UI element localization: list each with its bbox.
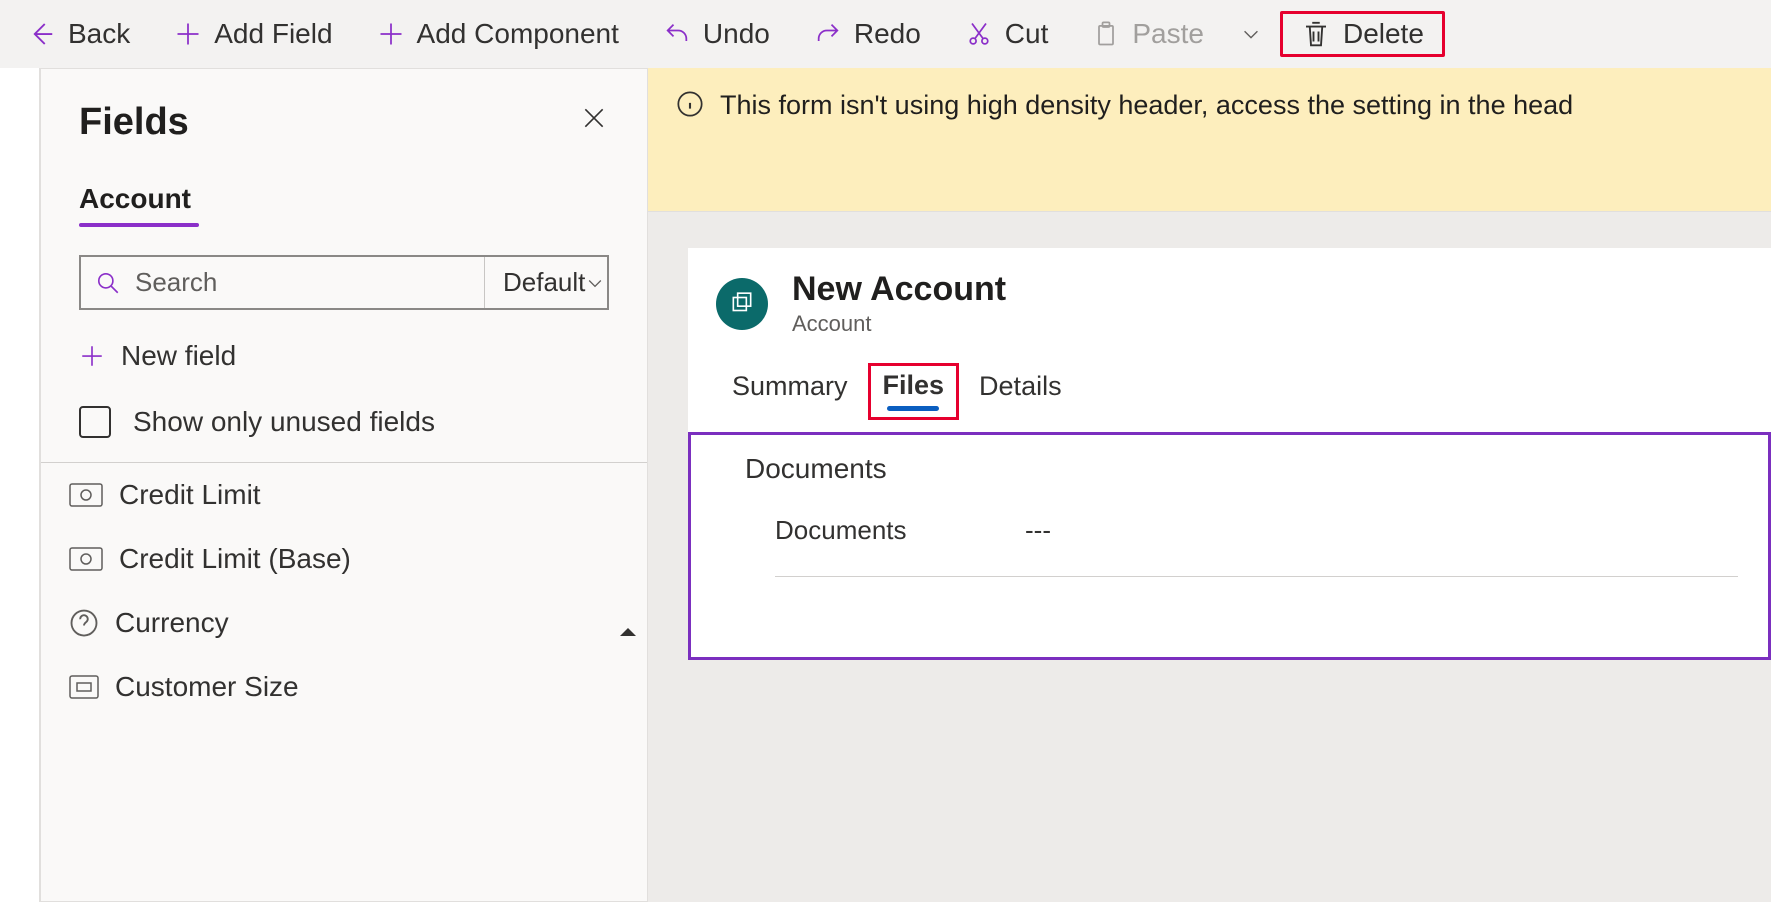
entity-avatar xyxy=(716,278,768,330)
info-icon xyxy=(676,90,704,118)
paste-button[interactable]: Paste xyxy=(1074,10,1222,58)
new-field-button[interactable]: New field xyxy=(79,340,609,372)
cut-button[interactable]: Cut xyxy=(947,10,1067,58)
paste-dropdown[interactable] xyxy=(1230,15,1272,53)
search-bar: Default xyxy=(79,255,609,310)
form-canvas: This form isn't using high density heade… xyxy=(648,68,1771,902)
redo-button[interactable]: Redo xyxy=(796,10,939,58)
field-label: Currency xyxy=(115,607,229,639)
divider xyxy=(775,576,1738,577)
fields-panel-title: Fields xyxy=(79,101,189,144)
undo-label: Undo xyxy=(703,18,770,50)
chevron-down-icon xyxy=(585,273,605,293)
tab-label: Summary xyxy=(732,371,848,401)
redo-label: Redo xyxy=(854,18,921,50)
show-unused-checkbox[interactable]: Show only unused fields xyxy=(79,406,609,438)
search-icon xyxy=(95,270,121,296)
back-label: Back xyxy=(68,18,130,50)
tab-active-indicator xyxy=(887,406,939,411)
help-icon xyxy=(69,608,99,638)
form-tabs: Summary Files Details xyxy=(688,347,1771,420)
paste-icon xyxy=(1092,20,1120,48)
add-field-label: Add Field xyxy=(214,18,332,50)
filter-selected: Default xyxy=(503,267,585,298)
close-panel-button[interactable] xyxy=(575,99,613,145)
field-item[interactable]: Credit Limit (Base) xyxy=(41,527,647,591)
field-label: Credit Limit (Base) xyxy=(119,543,351,575)
fields-list: Credit Limit Credit Limit (Base) Currenc… xyxy=(41,462,647,901)
undo-icon xyxy=(663,20,691,48)
cut-icon xyxy=(965,20,993,48)
delete-label: Delete xyxy=(1343,18,1424,50)
fields-panel-tab[interactable]: Account xyxy=(79,183,609,227)
tab-files[interactable]: Files xyxy=(868,363,960,420)
filter-dropdown[interactable]: Default xyxy=(485,257,623,308)
redo-icon xyxy=(814,20,842,48)
toolbar: Back Add Field Add Component Undo Redo xyxy=(0,0,1771,68)
checkbox-icon xyxy=(79,406,111,438)
field-item[interactable]: Credit Limit xyxy=(41,463,647,527)
tab-summary[interactable]: Summary xyxy=(716,363,864,416)
fields-panel: Fields Account Defa xyxy=(40,68,648,902)
document-row[interactable]: Documents --- xyxy=(745,503,1738,558)
tab-details[interactable]: Details xyxy=(963,363,1078,416)
show-unused-label: Show only unused fields xyxy=(133,406,435,438)
tab-label: Files xyxy=(883,370,945,400)
plus-icon xyxy=(79,343,105,369)
form-subtitle: Account xyxy=(792,311,1006,337)
undo-button[interactable]: Undo xyxy=(645,10,788,58)
cut-label: Cut xyxy=(1005,18,1049,50)
add-component-button[interactable]: Add Component xyxy=(359,10,637,58)
tab-label: Details xyxy=(979,371,1062,401)
form-header: New Account Account xyxy=(688,248,1771,347)
arrow-left-icon xyxy=(26,19,56,49)
plus-icon xyxy=(174,20,202,48)
delete-icon xyxy=(1301,19,1331,49)
doc-field-label: Documents xyxy=(745,515,1025,546)
chevron-down-icon xyxy=(1240,23,1262,45)
money-icon xyxy=(69,483,103,507)
box-icon xyxy=(69,675,99,699)
doc-field-value: --- xyxy=(1025,515,1051,546)
tab-underline xyxy=(79,223,199,227)
banner-text: This form isn't using high density heade… xyxy=(720,90,1573,121)
form-card: New Account Account Summary Files xyxy=(688,248,1771,660)
paste-label: Paste xyxy=(1132,18,1204,50)
fields-tab-label: Account xyxy=(79,183,191,221)
plus-icon xyxy=(377,20,405,48)
back-button[interactable]: Back xyxy=(8,10,148,58)
form-title: New Account xyxy=(792,270,1006,309)
documents-section[interactable]: Documents Documents --- xyxy=(688,432,1771,660)
left-rail xyxy=(0,68,40,902)
search-input[interactable] xyxy=(135,267,470,298)
section-title: Documents xyxy=(745,453,1738,485)
add-component-label: Add Component xyxy=(417,18,619,50)
new-field-label: New field xyxy=(121,340,236,372)
add-field-button[interactable]: Add Field xyxy=(156,10,350,58)
info-banner: This form isn't using high density heade… xyxy=(648,68,1771,212)
field-item[interactable]: Currency xyxy=(41,591,647,655)
field-label: Credit Limit xyxy=(119,479,261,511)
money-icon xyxy=(69,547,103,571)
delete-button[interactable]: Delete xyxy=(1280,11,1445,57)
close-icon xyxy=(581,105,607,131)
field-label: Customer Size xyxy=(115,671,299,703)
caret-up-icon xyxy=(619,625,637,637)
scroll-up-button[interactable] xyxy=(619,624,637,642)
field-item[interactable]: Customer Size xyxy=(41,655,647,719)
